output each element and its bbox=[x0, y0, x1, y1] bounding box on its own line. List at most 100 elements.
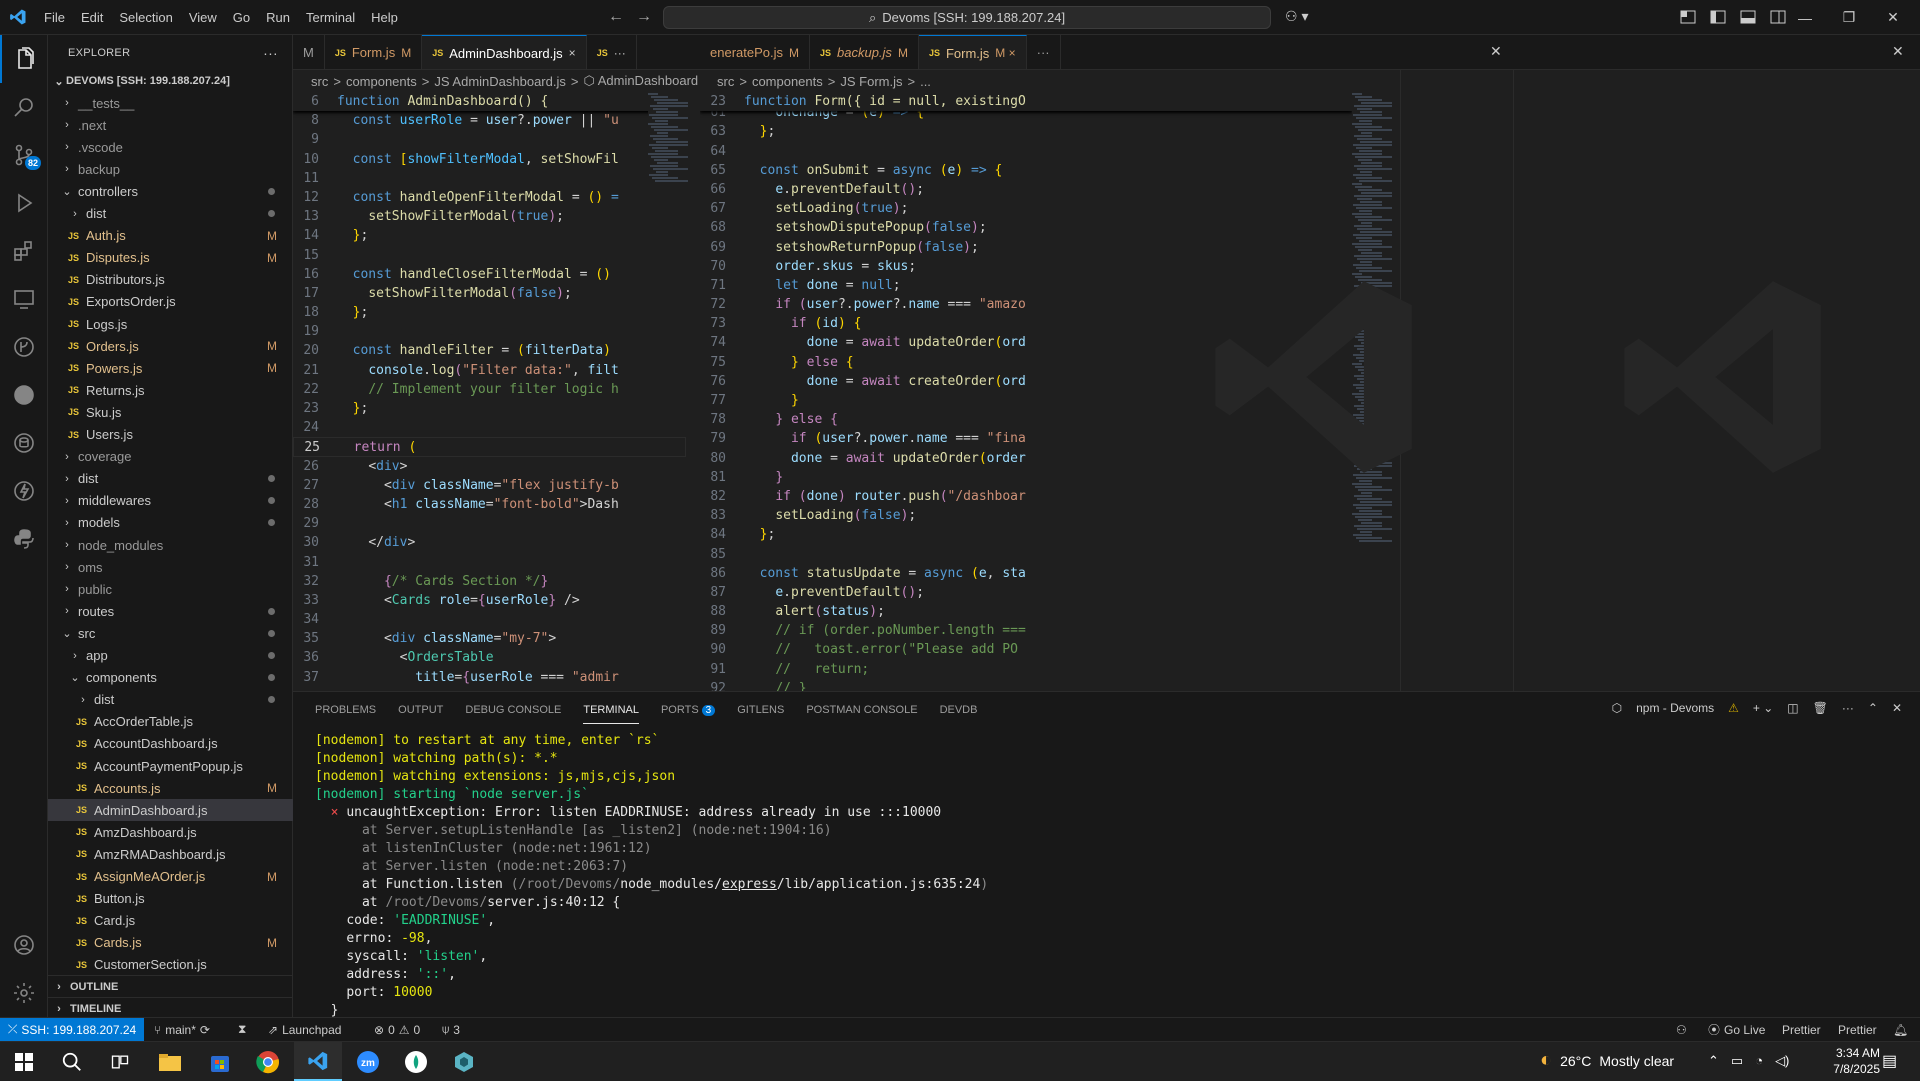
file-item[interactable]: JS AmzDashboard.js bbox=[48, 821, 293, 843]
code-line[interactable]: 26 <div> bbox=[293, 457, 686, 476]
gitlens-icon[interactable] bbox=[0, 323, 48, 371]
code-line[interactable]: 90 // toast.error("Please add PO bbox=[700, 640, 1352, 659]
editor-tab[interactable]: eneratePo.js M bbox=[700, 35, 810, 69]
maximize-panel-icon[interactable]: ⌃ bbox=[1868, 701, 1878, 715]
code-line[interactable]: 69 setshowReturnPopup(false); bbox=[700, 238, 1352, 257]
code-line[interactable]: 65 const onSubmit = async (e) => { bbox=[700, 161, 1352, 180]
folder-item[interactable]: › .vscode bbox=[48, 136, 293, 158]
more-icon[interactable]: ··· bbox=[1842, 701, 1854, 715]
editor-tab[interactable]: M bbox=[293, 35, 325, 69]
file-item[interactable]: JS Powers.js M bbox=[48, 357, 293, 379]
folder-item[interactable]: › backup bbox=[48, 158, 293, 180]
folder-item[interactable]: › node_modules bbox=[48, 534, 293, 556]
prettier-status-2[interactable]: Prettier bbox=[1838, 1018, 1877, 1041]
file-item[interactable]: JS AdminDashboard.js bbox=[48, 799, 293, 822]
code-line[interactable]: 23 }; bbox=[293, 399, 686, 418]
panel-tab-ports[interactable]: PORTS 3 bbox=[661, 704, 716, 716]
file-item[interactable]: JS AccOrderTable.js bbox=[48, 711, 293, 733]
postman-icon[interactable] bbox=[0, 371, 48, 419]
command-center-search[interactable]: ⌕ Devoms [SSH: 199.188.207.24] bbox=[663, 6, 1271, 29]
code-editor-left[interactable]: 6 function AdminDashboard() { 8 const use… bbox=[293, 92, 686, 691]
code-line[interactable]: 29 bbox=[293, 514, 686, 533]
folder-item[interactable]: › coverage bbox=[48, 446, 293, 468]
devtool-icon[interactable] bbox=[392, 1042, 440, 1081]
go-live-button[interactable]: ⦿ Go Live bbox=[1708, 1018, 1765, 1041]
file-item[interactable]: JS Button.js bbox=[48, 888, 293, 910]
breadcrumb-item[interactable]: ⬡ AdminDashboard bbox=[583, 73, 698, 89]
timeline-section[interactable]: › TIMELINE bbox=[48, 997, 293, 1019]
file-item[interactable]: JS Orders.js M bbox=[48, 335, 293, 357]
file-item[interactable]: JS Distributors.js bbox=[48, 269, 293, 291]
tab-status[interactable]: M bbox=[898, 46, 908, 60]
code-line[interactable]: 14 }; bbox=[293, 226, 686, 245]
app-icon[interactable] bbox=[440, 1042, 488, 1081]
settings-gear-icon[interactable] bbox=[0, 969, 48, 1017]
code-line[interactable]: 12 const handleOpenFilterModal = () = bbox=[293, 188, 686, 207]
notification-center-icon[interactable]: ▤ bbox=[1882, 1051, 1897, 1071]
tab-status[interactable]: M bbox=[789, 46, 799, 60]
minimize-button[interactable]: — bbox=[1783, 0, 1827, 35]
editor-tab[interactable]: JS Form.js M × bbox=[918, 35, 1027, 69]
tab-status[interactable]: M bbox=[401, 46, 411, 60]
file-item[interactable]: JS AccountDashboard.js bbox=[48, 733, 293, 755]
outline-section[interactable]: › OUTLINE bbox=[48, 975, 293, 997]
menu-file[interactable]: File bbox=[36, 0, 73, 35]
panel-tab-output[interactable]: OUTPUT bbox=[398, 704, 443, 716]
code-line[interactable]: 24 bbox=[293, 418, 686, 437]
breadcrumb-item[interactable]: src bbox=[311, 74, 328, 89]
code-line[interactable]: 63 }; bbox=[700, 122, 1352, 141]
extensions-icon[interactable] bbox=[0, 227, 48, 275]
code-line[interactable]: 64 bbox=[700, 142, 1352, 161]
toggle-sidebar-icon[interactable] bbox=[1710, 9, 1726, 25]
accounts-icon[interactable] bbox=[0, 921, 48, 969]
code-line[interactable]: 87 e.preventDefault(); bbox=[700, 583, 1352, 602]
menu-terminal[interactable]: Terminal bbox=[298, 0, 363, 35]
problems-indicator[interactable]: ⊗ 0 ⚠ 0 bbox=[374, 1018, 420, 1041]
code-line[interactable]: 67 setLoading(true); bbox=[700, 199, 1352, 218]
code-line[interactable]: 25 return ( bbox=[293, 437, 686, 457]
file-item[interactable]: JS Users.js bbox=[48, 424, 293, 446]
thunder-client-icon[interactable] bbox=[0, 467, 48, 515]
python-icon[interactable] bbox=[0, 515, 48, 563]
customize-layout-icon[interactable] bbox=[1680, 9, 1696, 25]
panel-tab-devdb[interactable]: DEVDB bbox=[940, 704, 978, 716]
code-line[interactable]: 66 e.preventDefault(); bbox=[700, 180, 1352, 199]
restore-button[interactable]: ❐ bbox=[1827, 0, 1871, 35]
code-line[interactable]: 22 // Implement your filter logic h bbox=[293, 380, 686, 399]
folder-item[interactable]: › dist bbox=[48, 689, 293, 711]
code-line[interactable]: 35 <div className="my-7"> bbox=[293, 629, 686, 648]
code-line[interactable]: 89 // if (order.poNumber.length === bbox=[700, 621, 1352, 640]
code-line[interactable]: 30 </div> bbox=[293, 533, 686, 552]
new-terminal-icon[interactable]: + ⌄ bbox=[1753, 701, 1773, 715]
folder-item[interactable]: ⌄ src bbox=[48, 622, 293, 644]
code-line[interactable]: 85 bbox=[700, 545, 1352, 564]
zoom-icon[interactable]: zm bbox=[344, 1042, 392, 1081]
code-line[interactable]: 32 {/* Cards Section */} bbox=[293, 572, 686, 591]
file-item[interactable]: JS ExportsOrder.js bbox=[48, 291, 293, 313]
minimap-left[interactable] bbox=[648, 92, 700, 232]
close-secondary-panel-icon[interactable]: ✕ bbox=[1892, 43, 1904, 60]
explorer-icon[interactable] bbox=[0, 35, 48, 83]
file-item[interactable]: JS AmzRMADashboard.js bbox=[48, 843, 293, 865]
prettier-status[interactable]: Prettier bbox=[1782, 1018, 1821, 1041]
back-arrow-icon[interactable]: ← bbox=[608, 8, 624, 26]
file-item[interactable]: JS Accounts.js M bbox=[48, 777, 293, 799]
menu-selection[interactable]: Selection bbox=[111, 0, 180, 35]
microsoft-store-icon[interactable] bbox=[196, 1042, 244, 1081]
vscode-taskbar-icon[interactable] bbox=[294, 1042, 342, 1081]
weather-widget[interactable]: ◐ 26°C Mostly clear bbox=[1540, 1049, 1674, 1072]
code-line[interactable]: 68 setshowDisputePopup(false); bbox=[700, 218, 1352, 237]
folder-item[interactable]: ⌄ controllers bbox=[48, 180, 293, 202]
code-line[interactable]: 15 bbox=[293, 246, 686, 265]
code-line[interactable]: 28 <h1 className="font-bold">Dash bbox=[293, 495, 686, 514]
menu-go[interactable]: Go bbox=[225, 0, 258, 35]
editor-tab[interactable]: JS ··· bbox=[587, 35, 637, 69]
file-item[interactable]: JS Auth.js M bbox=[48, 225, 293, 247]
close-window-button[interactable]: ✕ bbox=[1871, 0, 1915, 35]
close-panel-icon[interactable]: ✕ bbox=[1892, 701, 1902, 715]
split-terminal-icon[interactable]: ◫ bbox=[1787, 701, 1798, 715]
code-line[interactable]: 27 <div className="flex justify-b bbox=[293, 476, 686, 495]
more-actions-icon[interactable]: ··· bbox=[263, 45, 278, 61]
trash-icon[interactable]: 🗑 bbox=[1813, 701, 1828, 715]
panel-tab-terminal[interactable]: TERMINAL bbox=[583, 704, 639, 724]
